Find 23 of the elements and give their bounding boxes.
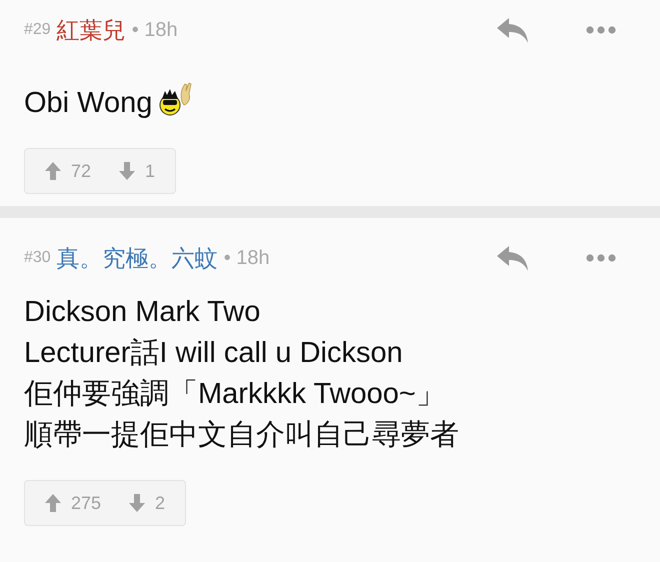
comment-text: Lecturer話I will call u Dickson — [24, 336, 403, 371]
downvote-count: 1 — [145, 160, 156, 182]
reply-icon[interactable] — [496, 244, 530, 272]
post-time: • 18h — [132, 18, 178, 42]
upvote-icon[interactable] — [45, 162, 61, 180]
comment-text: 順帶一提佢中文自介叫自己尋夢者 — [24, 418, 459, 453]
author-name[interactable]: 真。究極。六蚊 — [56, 242, 218, 274]
reply-icon[interactable] — [496, 16, 530, 44]
more-icon[interactable] — [586, 254, 616, 262]
post-number: #30 — [24, 249, 51, 267]
comment-text: Obi Wong — [24, 86, 152, 121]
downvote-icon[interactable] — [119, 162, 136, 180]
post-time: • 18h — [224, 246, 270, 270]
more-icon[interactable] — [586, 26, 616, 34]
downvote-count: 2 — [155, 492, 166, 514]
comment-text: Dickson Mark Two — [24, 295, 260, 330]
upvote-count: 275 — [71, 492, 102, 514]
upvote-count: 72 — [71, 160, 92, 182]
upvote-icon[interactable] — [45, 494, 61, 512]
post-number: #29 — [24, 21, 51, 39]
downvote-icon[interactable] — [129, 494, 146, 512]
comment-text: 佢仲要強調「Markkkk Twooo~」 — [24, 377, 445, 412]
author-name[interactable]: 紅葉兒 — [56, 14, 126, 46]
